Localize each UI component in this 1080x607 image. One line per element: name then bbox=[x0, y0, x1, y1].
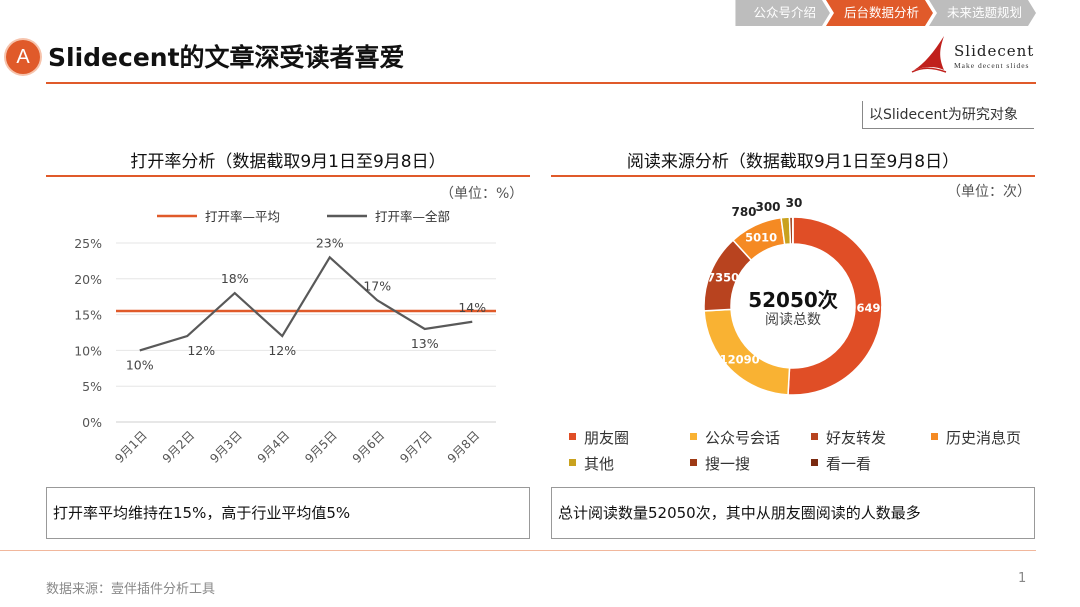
legend-label: 公众号会话 bbox=[705, 429, 781, 447]
data-source-note: 数据来源：壹伴插件分析工具 bbox=[46, 582, 216, 597]
legend-swatch bbox=[569, 459, 576, 466]
legend-label: 历史消息页 bbox=[946, 429, 1022, 447]
x-tick-label: 9月5日 bbox=[302, 428, 340, 466]
legend-label: 其他 bbox=[584, 455, 615, 473]
slice-label-outside: 30 bbox=[786, 196, 803, 210]
legend-label: 搜一搜 bbox=[705, 455, 751, 473]
legend-item: 朋友圈 bbox=[569, 427, 629, 448]
y-tick-label: 10% bbox=[74, 343, 102, 358]
legend-item: 历史消息页 bbox=[931, 427, 1021, 448]
open-rate-summary: 打开率平均维持在15%，高于行业平均值5% bbox=[46, 487, 530, 539]
slice-label: 12090 bbox=[720, 352, 760, 366]
legend-label: 看一看 bbox=[826, 455, 872, 473]
legend-item: 搜一搜 bbox=[690, 453, 750, 474]
legend-item: 公众号会话 bbox=[690, 427, 780, 448]
legend-swatch bbox=[690, 459, 697, 466]
data-label: 17% bbox=[363, 278, 391, 293]
slice-label-outside: 780 bbox=[731, 205, 756, 219]
x-tick-label: 9月1日 bbox=[112, 428, 150, 466]
y-tick-label: 5% bbox=[82, 379, 102, 394]
legend-label-all: 打开率—全部 bbox=[375, 209, 450, 224]
read-source-summary: 总计阅读数量52050次，其中从朋友圈阅读的人数最多 bbox=[551, 487, 1035, 539]
legend-item: 其他 bbox=[569, 453, 614, 474]
y-tick-label: 0% bbox=[82, 415, 102, 430]
legend-label: 好友转发 bbox=[826, 429, 887, 447]
x-tick-label: 9月4日 bbox=[255, 428, 293, 466]
data-label: 10% bbox=[126, 357, 154, 372]
x-tick-label: 9月2日 bbox=[160, 428, 198, 466]
open-rate-line-chart: 25% 20% 15% 10% 5% 0% 9月1日 9月2日 9月3日 9月4日 9月5日 9月6日… bbox=[74, 209, 496, 466]
x-tick-label: 9月3日 bbox=[207, 428, 245, 466]
slice-label-outside: 300 bbox=[755, 200, 780, 214]
legend-swatch bbox=[811, 459, 818, 466]
y-tick-label: 25% bbox=[74, 236, 102, 251]
x-tick-label: 9月7日 bbox=[397, 428, 435, 466]
data-label: 14% bbox=[458, 300, 486, 315]
slice-label: 5010 bbox=[745, 231, 777, 245]
data-label: 18% bbox=[221, 271, 249, 286]
data-label: 12% bbox=[187, 343, 215, 358]
y-tick-label: 20% bbox=[74, 272, 102, 287]
x-tick-label: 9月6日 bbox=[350, 428, 388, 466]
legend-swatch bbox=[690, 433, 697, 440]
slice-label: 7350 bbox=[707, 270, 739, 284]
donut-center-label: 阅读总数 bbox=[765, 312, 821, 328]
data-label: 12% bbox=[268, 343, 296, 358]
page-number: 1 bbox=[1018, 571, 1027, 586]
legend-swatch bbox=[569, 433, 576, 440]
footer-divider bbox=[0, 550, 1036, 551]
x-tick-label: 9月8日 bbox=[445, 428, 483, 466]
legend-swatch bbox=[931, 433, 938, 440]
data-label: 23% bbox=[316, 235, 344, 250]
legend-label-average: 打开率—平均 bbox=[205, 209, 280, 224]
legend-item: 看一看 bbox=[811, 453, 871, 474]
legend-swatch bbox=[811, 433, 818, 440]
data-label: 13% bbox=[411, 336, 439, 351]
legend-item: 好友转发 bbox=[811, 427, 886, 448]
legend-label: 朋友圈 bbox=[584, 429, 630, 447]
y-tick-label: 15% bbox=[74, 308, 102, 323]
